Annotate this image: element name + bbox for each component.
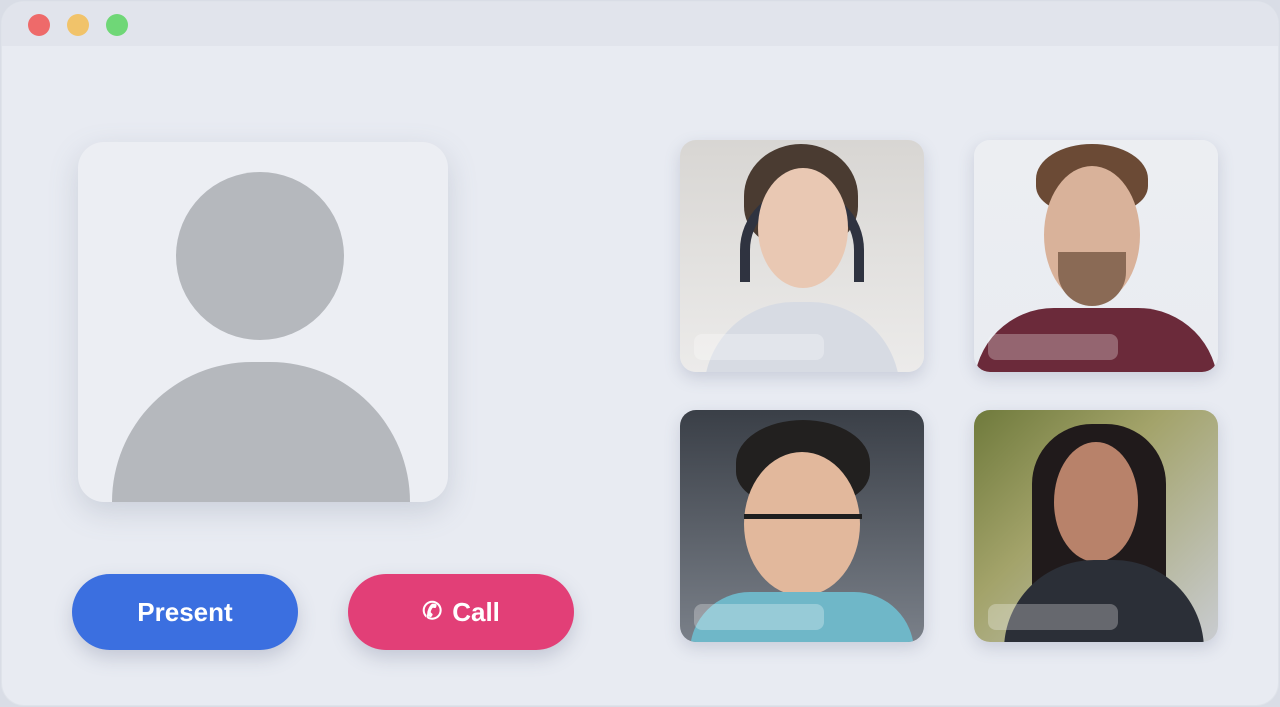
user-silhouette-body [112,362,410,502]
phone-icon: ✆ [422,598,443,625]
participant-name-label [694,334,824,360]
close-window-button[interactable] [28,14,50,36]
participant-tile[interactable] [974,140,1218,372]
participant-name-label [988,604,1118,630]
self-view-card [78,142,448,502]
participant-name-label [694,604,824,630]
present-button-label: Present [137,596,233,627]
participant-tile[interactable] [680,140,924,372]
minimize-window-button[interactable] [67,14,89,36]
call-button-label: Call [452,596,500,627]
glasses-icon [744,514,862,537]
call-button[interactable]: ✆ Call [348,574,574,650]
participant-name-label [988,334,1118,360]
participant-face [758,168,848,288]
participant-tile[interactable] [974,410,1218,642]
app-window: Present ✆ Call [2,2,1278,705]
participant-beard [1058,252,1126,306]
maximize-window-button[interactable] [106,14,128,36]
present-button[interactable]: Present [72,574,298,650]
user-silhouette-icon [176,172,344,340]
title-bar [2,2,1278,46]
participant-face [1054,442,1138,562]
participant-tile[interactable] [680,410,924,642]
